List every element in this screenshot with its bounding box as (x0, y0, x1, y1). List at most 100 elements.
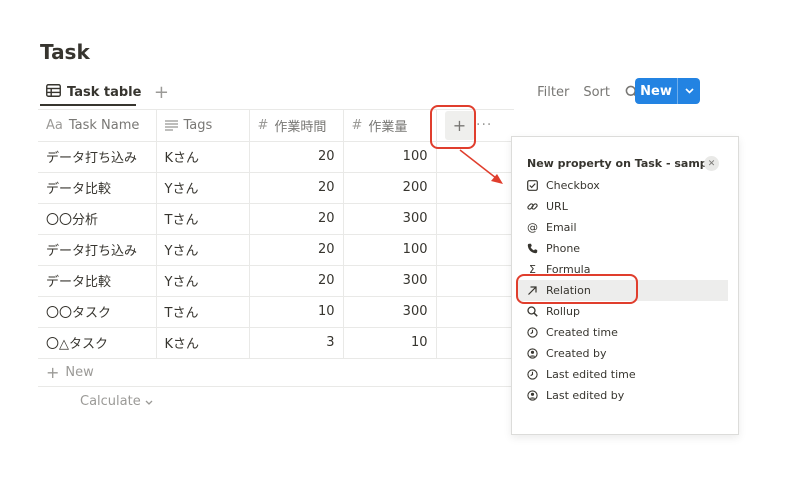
cell-empty (436, 172, 514, 204)
cell-time[interactable]: 20 (249, 234, 344, 266)
cell-time[interactable]: 3 (249, 327, 344, 359)
page-title: Task (40, 40, 90, 64)
view-tabs: Task table + (38, 78, 171, 106)
at-icon: @ (527, 221, 538, 234)
cell-tags[interactable]: Tさん (156, 203, 250, 235)
menu-item-label: Checkbox (546, 179, 600, 192)
column-label: Task Name (68, 117, 140, 133)
new-button[interactable]: New (635, 78, 700, 104)
menu-item-created-by[interactable]: Created by (518, 343, 728, 364)
sort-button[interactable]: Sort (583, 85, 610, 100)
cell-tags[interactable]: Yさん (156, 265, 250, 297)
more-options-icon[interactable]: ··· (476, 117, 492, 133)
table-row[interactable]: 〇〇分析 Tさん 20 300 (38, 203, 514, 235)
tab-underline (40, 104, 136, 106)
menu-item-url[interactable]: URL (518, 196, 728, 217)
title-type-icon: Aa (46, 117, 63, 133)
menu-item-label: Created time (546, 326, 618, 339)
cell-task-name[interactable]: データ比較 (38, 265, 157, 297)
column-header-task-name[interactable]: Aa Task Name (38, 110, 157, 142)
cell-task-name[interactable]: 〇〇タスク (38, 296, 157, 328)
chevron-down-icon[interactable] (678, 78, 700, 104)
cell-empty (436, 327, 514, 359)
menu-item-label: Created by (546, 347, 607, 360)
menu-item-label: Last edited time (546, 368, 636, 381)
menu-item-phone[interactable]: Phone (518, 238, 728, 259)
cell-task-name[interactable]: データ比較 (38, 172, 157, 204)
chevron-down-icon (145, 394, 153, 409)
cell-tags[interactable]: Tさん (156, 296, 250, 328)
menu-item-rollup[interactable]: Rollup (518, 301, 728, 322)
table-row[interactable]: 〇〇タスク Tさん 10 300 (38, 296, 514, 328)
menu-item-email[interactable]: @ Email (518, 217, 728, 238)
menu-item-last-edited-by[interactable]: Last edited by (518, 385, 728, 406)
filter-button[interactable]: Filter (537, 85, 569, 100)
person-icon (527, 390, 538, 401)
cell-task-name[interactable]: データ打ち込み (38, 141, 157, 173)
table-row[interactable]: データ打ち込み Yさん 20 100 (38, 234, 514, 266)
hash-icon: # (351, 117, 363, 133)
annotation-highlight-relation (516, 274, 638, 304)
hash-icon: # (257, 117, 269, 133)
calculate-label: Calculate (80, 394, 141, 409)
cell-empty (436, 296, 514, 328)
cell-tags[interactable]: Kさん (156, 327, 250, 359)
cell-amount[interactable]: 300 (343, 203, 437, 235)
menu-item-label: Email (546, 221, 577, 234)
column-header-amount[interactable]: # 作業量 (343, 110, 437, 142)
magnifier-icon (527, 306, 538, 317)
menu-item-checkbox[interactable]: Checkbox (518, 175, 728, 196)
cell-tags[interactable]: Yさん (156, 172, 250, 204)
cell-empty (436, 265, 514, 297)
annotation-highlight-add (430, 105, 476, 149)
cell-amount[interactable]: 100 (343, 141, 437, 173)
add-row-label: New (65, 364, 94, 380)
column-label: Tags (183, 117, 213, 133)
column-label: 作業量 (368, 119, 408, 135)
cell-amount[interactable]: 300 (343, 265, 437, 297)
clock-icon (527, 369, 538, 380)
tab-label: Task table (67, 84, 142, 100)
new-button-label[interactable]: New (635, 78, 678, 104)
menu-item-label: Rollup (546, 305, 580, 318)
add-row-button[interactable]: + New (38, 358, 514, 387)
close-icon[interactable]: ✕ (704, 156, 719, 171)
column-header-tags[interactable]: Tags (156, 110, 250, 142)
plus-icon: + (46, 362, 60, 382)
cell-time[interactable]: 20 (249, 203, 344, 235)
cell-time[interactable]: 20 (249, 172, 344, 204)
tab-task-table[interactable]: Task table (38, 78, 149, 106)
cell-time[interactable]: 20 (249, 141, 344, 173)
table-row[interactable]: データ比較 Yさん 20 300 (38, 265, 514, 297)
menu-item-label: URL (546, 200, 568, 213)
text-lines-icon (164, 120, 178, 131)
cell-amount[interactable]: 10 (343, 327, 437, 359)
cell-tags[interactable]: Kさん (156, 141, 250, 173)
column-header-time[interactable]: # 作業時間 (249, 110, 344, 142)
table-row[interactable]: データ比較 Yさん 20 200 (38, 172, 514, 204)
menu-item-created-time[interactable]: Created time (518, 322, 728, 343)
add-view-icon[interactable]: + (151, 82, 171, 103)
menu-item-label: Phone (546, 242, 581, 255)
table-icon (46, 83, 61, 101)
menu-item-last-edited-time[interactable]: Last edited time (518, 364, 728, 385)
table-row[interactable]: 〇△タスク Kさん 3 10 (38, 327, 514, 359)
clock-icon (527, 327, 538, 338)
cell-amount[interactable]: 100 (343, 234, 437, 266)
cell-empty (436, 234, 514, 266)
cell-task-name[interactable]: 〇△タスク (38, 327, 157, 359)
cell-task-name[interactable]: データ打ち込み (38, 234, 157, 266)
cell-amount[interactable]: 300 (343, 296, 437, 328)
cell-task-name[interactable]: 〇〇分析 (38, 203, 157, 235)
cell-time[interactable]: 10 (249, 296, 344, 328)
cell-tags[interactable]: Yさん (156, 234, 250, 266)
person-icon (527, 348, 538, 359)
cell-time[interactable]: 20 (249, 265, 344, 297)
checkbox-icon (527, 180, 538, 191)
calculate-button[interactable]: Calculate (80, 394, 153, 409)
phone-icon (527, 243, 538, 254)
cell-empty (436, 203, 514, 235)
column-label: 作業時間 (274, 119, 327, 135)
menu-title: New property on Task - sample (527, 157, 719, 170)
cell-amount[interactable]: 200 (343, 172, 437, 204)
